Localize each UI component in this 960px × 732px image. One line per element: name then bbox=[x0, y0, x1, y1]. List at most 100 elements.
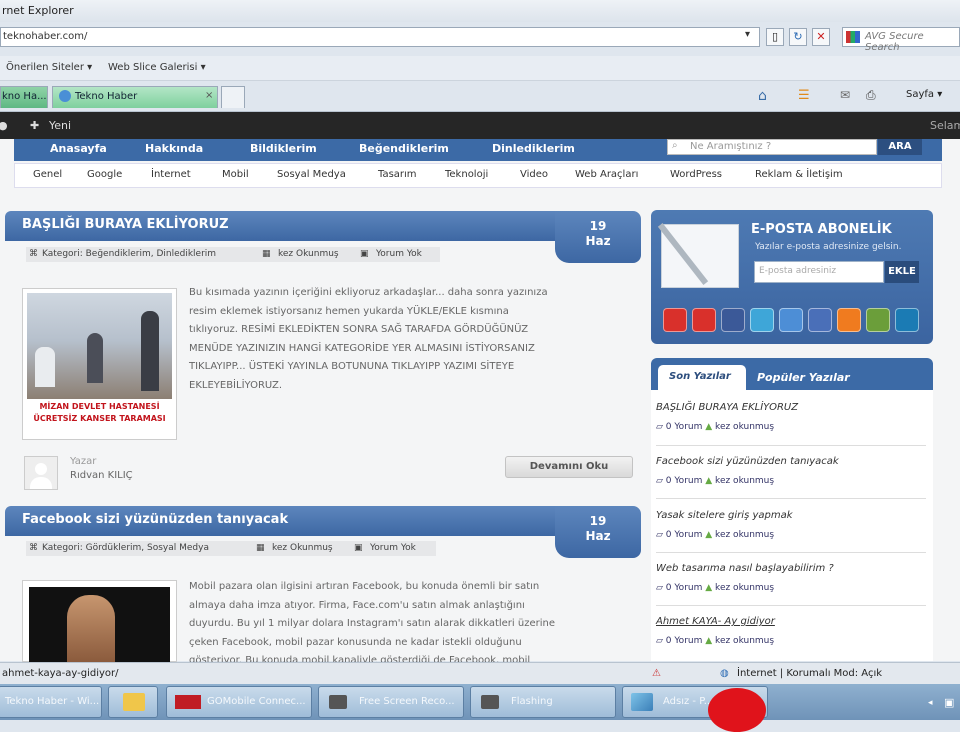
address-dropdown-icon[interactable]: ▾ bbox=[745, 29, 750, 40]
taskbar-button-gomobile[interactable]: GOMobile Connec... bbox=[166, 686, 312, 718]
subnav-item[interactable]: Google bbox=[87, 169, 122, 180]
webslice-gallery-link[interactable]: Web Slice Galerisi ▾ bbox=[108, 62, 206, 73]
excerpt-line: almaya daha imza atıyor. Firma, Face.com… bbox=[189, 599, 525, 611]
stop-icon[interactable]: ✕ bbox=[812, 28, 830, 46]
subnav-item[interactable]: Sosyal Medya bbox=[277, 169, 346, 180]
feeds-icon[interactable]: ☰ bbox=[798, 88, 814, 104]
taskbar-button-flashing[interactable]: Flashing bbox=[470, 686, 616, 718]
subnav-item[interactable]: Mobil bbox=[222, 169, 249, 180]
greeting-link[interactable]: Selam bbox=[930, 119, 960, 132]
thumbnail-photo bbox=[27, 293, 172, 399]
twitter-icon[interactable] bbox=[750, 308, 774, 332]
tab-tekno-haber-2[interactable]: Tekno Haber × bbox=[52, 86, 218, 108]
recent-post-title[interactable]: Yasak sitelere giriş yapmak bbox=[656, 510, 793, 521]
new-post-link[interactable]: Yeni bbox=[49, 119, 71, 132]
post-date-day: 19 bbox=[589, 514, 607, 528]
recent-reads: kez okunmuş bbox=[715, 476, 775, 486]
post-thumbnail[interactable]: MİZAN DEVLET HASTANESİ ÜCRETSİZ KANSER T… bbox=[22, 288, 177, 440]
facebook-icon[interactable] bbox=[721, 308, 745, 332]
subscribe-email-input[interactable]: E-posta adresiniz bbox=[754, 261, 884, 283]
subnav-item[interactable]: Video bbox=[520, 169, 548, 180]
recent-post-title[interactable]: Facebook sizi yüzünüzden tanıyacak bbox=[656, 456, 839, 467]
taskbar-button-screen-recorder[interactable]: Free Screen Reco... bbox=[318, 686, 464, 718]
category-nav: Genel Google İnternet Mobil Sosyal Medya… bbox=[14, 163, 942, 188]
post-category[interactable]: Kategori: Gördüklerim, Sosyal Medya bbox=[42, 543, 209, 553]
nav-liked[interactable]: Beğendiklerim bbox=[359, 142, 449, 155]
recent-post-title[interactable]: Ahmet KAYA- Ay gidiyor bbox=[656, 616, 775, 627]
flickr-icon[interactable] bbox=[808, 308, 832, 332]
tray-arrow-icon[interactable]: ◂ bbox=[928, 698, 933, 708]
camera-icon bbox=[481, 695, 499, 709]
subnav-item[interactable]: İnternet bbox=[151, 169, 191, 180]
subnav-item[interactable]: Tasarım bbox=[378, 169, 417, 180]
nav-home[interactable]: Anasayfa bbox=[50, 142, 107, 155]
subnav-item[interactable]: Teknoloji bbox=[445, 169, 488, 180]
subnav-item[interactable]: Reklam & İletişim bbox=[755, 169, 843, 180]
nav-known[interactable]: Bildiklerim bbox=[250, 142, 317, 155]
refresh-icon[interactable]: ↻ bbox=[789, 28, 807, 46]
read-more-button[interactable]: Devamını Oku bbox=[505, 456, 633, 478]
address-url[interactable]: teknohaber.com/ bbox=[3, 31, 87, 42]
browser-search-placeholder: AVG Secure Search bbox=[865, 31, 924, 53]
post-title[interactable]: BAŞLIĞI BURAYA EKLİYORUZ bbox=[22, 217, 229, 232]
recent-comments[interactable]: 0 Yorum bbox=[666, 583, 703, 593]
home-icon[interactable]: ⌂ bbox=[758, 88, 774, 104]
divider bbox=[656, 552, 926, 553]
post-reads: kez Okunmuş bbox=[272, 543, 333, 553]
rss-icon[interactable] bbox=[837, 308, 861, 332]
recent-comments[interactable]: 0 Yorum bbox=[666, 530, 703, 540]
subnav-item[interactable]: Web Araçları bbox=[575, 169, 638, 180]
window-titlebar: rnet Explorer bbox=[0, 0, 960, 23]
divider bbox=[656, 498, 926, 499]
nav-listened[interactable]: Dinlediklerim bbox=[492, 142, 575, 155]
site-logo-icon: ● bbox=[0, 119, 8, 132]
address-bar[interactable]: teknohaber.com/ ▾ bbox=[0, 27, 760, 47]
security-zone[interactable]: İnternet | Korumalı Mod: Açık bbox=[737, 668, 882, 679]
tab-popular[interactable]: Popüler Yazılar bbox=[757, 371, 850, 384]
tray-network-icon[interactable]: ▣ bbox=[944, 696, 954, 709]
youtube-icon[interactable] bbox=[663, 308, 687, 332]
browser-search-box[interactable]: AVG Secure Search bbox=[842, 27, 960, 53]
site-search-input[interactable]: ⌕ Ne Aramıştınız ? bbox=[667, 139, 877, 155]
subnav-item[interactable]: WordPress bbox=[670, 169, 722, 180]
recent-reads: kez okunmuş bbox=[715, 422, 775, 432]
post-title[interactable]: Facebook sizi yüzünüzden tanıyacak bbox=[22, 512, 288, 527]
new-tab-button[interactable] bbox=[221, 86, 245, 108]
recent-comments[interactable]: 0 Yorum bbox=[666, 636, 703, 646]
recent-comments[interactable]: 0 Yorum bbox=[666, 422, 703, 432]
tab-tekno-haber-1[interactable]: kno Ha... bbox=[0, 86, 48, 108]
recent-comments[interactable]: 0 Yorum bbox=[666, 476, 703, 486]
status-bar: ahmet-kaya-ay-gidiyor/ ⚠ ◍ İnternet | Ko… bbox=[0, 662, 960, 685]
nav-about[interactable]: Hakkında bbox=[145, 142, 203, 155]
new-post-plus-icon[interactable]: ✚ bbox=[30, 119, 39, 132]
page-menu[interactable]: Sayfa ▾ bbox=[906, 89, 942, 100]
author-name[interactable]: Rıdvan KILIÇ bbox=[70, 470, 133, 481]
subscribe-button[interactable]: EKLE bbox=[885, 261, 919, 283]
recent-post-title[interactable]: BAŞLIĞI BURAYA EKLİYORUZ bbox=[656, 402, 798, 413]
post-comments[interactable]: Yorum Yok bbox=[376, 249, 422, 259]
post-comments[interactable]: Yorum Yok bbox=[370, 543, 416, 553]
divider bbox=[656, 445, 926, 446]
taskbar-button-explorer[interactable] bbox=[108, 686, 158, 718]
post-category[interactable]: Kategori: Beğendiklerim, Dinlediklerim bbox=[42, 249, 216, 259]
pen-icon bbox=[657, 222, 709, 286]
recent-post-title[interactable]: Web tasarıma nasıl başlayabilirim ? bbox=[656, 563, 834, 574]
taskbar-button-ie[interactable]: Tekno Haber - Wi... bbox=[0, 686, 102, 718]
mail-icon[interactable]: ✉ bbox=[840, 88, 856, 104]
delicious-icon[interactable] bbox=[866, 308, 890, 332]
suggested-sites-link[interactable]: Önerilen Siteler ▾ bbox=[6, 62, 92, 73]
compat-view-icon[interactable]: ▯ bbox=[766, 28, 784, 46]
tab-recent[interactable]: Son Yazılar bbox=[658, 365, 746, 390]
popup-blocked-icon[interactable]: ⚠ bbox=[652, 668, 661, 679]
thumbnail-caption-line: ÜCRETSİZ KANSER TARAMASI bbox=[33, 414, 166, 423]
friendfeed-icon[interactable] bbox=[779, 308, 803, 332]
site-search-button[interactable]: ARA bbox=[878, 139, 922, 155]
subnav-item[interactable]: Genel bbox=[33, 169, 62, 180]
myspace-icon[interactable] bbox=[692, 308, 716, 332]
print-icon[interactable]: ⎙ bbox=[866, 88, 882, 104]
taskbar-label: Flashing bbox=[511, 696, 553, 707]
tab-close-icon[interactable]: × bbox=[205, 90, 213, 101]
post-thumbnail[interactable] bbox=[22, 580, 177, 663]
linkedin-icon[interactable] bbox=[895, 308, 919, 332]
recent-post-meta: ▱ 0 Yorum ▲ kez okunmuş bbox=[656, 530, 774, 540]
